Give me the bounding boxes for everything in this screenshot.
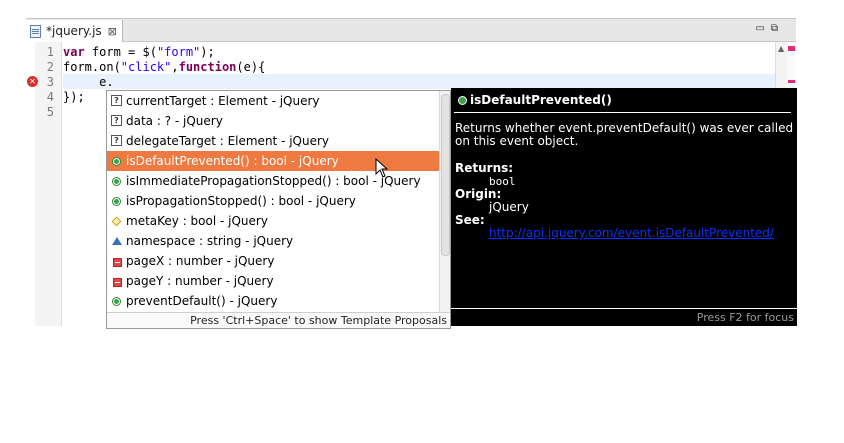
- proposal-label: currentTarget : Element - jQuery: [126, 94, 320, 108]
- code-keyword: var: [63, 45, 85, 59]
- proposal-item[interactable]: preventDefault() - jQuery: [107, 291, 439, 311]
- annotation-gutter: ✕: [26, 42, 38, 326]
- proposal-list: ? currentTarget : Element - jQuery? data :…: [107, 91, 439, 311]
- scrollbar-thumb[interactable]: [441, 94, 450, 256]
- info-body: Returns whether event.preventDefault() w…: [455, 122, 795, 240]
- minimize-icon[interactable]: ▭: [755, 23, 770, 34]
- scroll-up-arrow-icon[interactable]: ▲: [778, 44, 784, 53]
- line-number: 4: [46, 90, 54, 104]
- editor-tab-bar: *jquery.js ⊠ ▭⧉: [26, 18, 796, 42]
- returns-label: Returns:: [455, 161, 514, 175]
- editor-tab-jquery[interactable]: *jquery.js ⊠: [26, 20, 123, 42]
- public-method-icon: [458, 96, 467, 105]
- proposal-item[interactable]: metaKey : bool - jQuery: [107, 211, 439, 231]
- package-field-icon: [112, 237, 122, 245]
- code-text: ,: [171, 60, 179, 74]
- code-string: "click": [120, 60, 172, 74]
- private-field-icon: [113, 278, 122, 287]
- code-text: form.on(: [63, 60, 121, 74]
- proposal-status-hint: Press 'Ctrl+Space' to show Template Prop…: [107, 312, 450, 328]
- public-method-icon: [113, 178, 120, 185]
- line-number: 3: [46, 75, 54, 89]
- code-text: e.: [63, 75, 114, 89]
- public-method-icon: [113, 298, 120, 305]
- protected-field-icon: [111, 216, 122, 227]
- private-field-icon: [113, 258, 122, 267]
- code-line[interactable]: form.on("click",function(e){: [63, 60, 763, 75]
- code-text: form = $(: [84, 45, 157, 59]
- js-file-icon: [30, 24, 41, 38]
- help-icon: ?: [111, 115, 122, 126]
- proposal-info-popup: isDefaultPrevented() Returns whether eve…: [451, 88, 797, 326]
- proposal-item[interactable]: ? delegateTarget : Element - jQuery: [107, 131, 439, 151]
- public-method-icon: [113, 198, 120, 205]
- content-assist-popup: ? currentTarget : Element - jQuery? data :…: [106, 90, 451, 329]
- proposal-item[interactable]: pageY : number - jQuery: [107, 271, 439, 291]
- proposal-item[interactable]: isPropagationStopped() : bool - jQuery: [107, 191, 439, 211]
- close-tab-icon[interactable]: ⊠: [108, 25, 117, 38]
- line-number: 5: [46, 105, 54, 119]
- code-keyword: function: [178, 60, 237, 74]
- info-description: Returns whether event.preventDefault() w…: [455, 121, 794, 148]
- info-divider: [454, 112, 791, 113]
- proposal-item[interactable]: pageX : number - jQuery: [107, 251, 439, 271]
- tab-title: *jquery.js: [46, 24, 102, 38]
- help-icon: ?: [111, 95, 122, 106]
- proposal-scrollbar[interactable]: [439, 91, 450, 312]
- returns-value: bool: [489, 175, 516, 188]
- proposal-label: namespace : string - jQuery: [126, 234, 294, 248]
- proposal-label: delegateTarget : Element - jQuery: [126, 134, 330, 148]
- help-icon: ?: [111, 135, 122, 146]
- info-footer-hint: Press F2 for focus: [696, 311, 794, 324]
- public-method-icon: [113, 158, 120, 165]
- proposal-item[interactable]: ? data : ? - jQuery: [107, 111, 439, 131]
- proposal-label: data : ? - jQuery: [126, 114, 223, 128]
- overview-error-mark[interactable]: [788, 46, 795, 51]
- proposal-label: metaKey : bool - jQuery: [126, 214, 268, 228]
- info-footer-divider: [451, 308, 797, 309]
- info-title: isDefaultPrevented(): [454, 90, 612, 110]
- proposal-item[interactable]: namespace : string - jQuery: [107, 231, 439, 251]
- maximize-icon[interactable]: ⧉: [771, 23, 784, 34]
- proposal-label: pageY : number - jQuery: [126, 274, 274, 288]
- proposal-label: preventDefault() - jQuery: [126, 294, 278, 308]
- overview-error-mark[interactable]: [788, 80, 795, 83]
- window-buttons: ▭⧉: [755, 23, 784, 34]
- code-line[interactable]: var form = $("form");: [63, 45, 763, 60]
- code-text: });: [63, 90, 85, 104]
- line-number: 2: [46, 60, 54, 74]
- proposal-label: isPropagationStopped() : bool - jQuery: [126, 194, 356, 208]
- see-link[interactable]: http://api.jquery.com/event.isDefaultPre…: [489, 226, 774, 240]
- info-title-text: isDefaultPrevented(): [470, 93, 612, 107]
- proposal-label: pageX : number - jQuery: [126, 254, 275, 268]
- origin-value: jQuery: [489, 200, 529, 214]
- line-number: 1: [46, 45, 54, 59]
- error-marker-icon[interactable]: ✕: [27, 76, 38, 87]
- code-string: "form": [156, 45, 201, 59]
- proposal-label: isDefaultPrevented() : bool - jQuery: [126, 154, 339, 168]
- mouse-pointer-icon: [375, 157, 389, 178]
- proposal-item[interactable]: ? currentTarget : Element - jQuery: [107, 91, 439, 111]
- code-text: );: [200, 45, 215, 59]
- code-text: (e){: [236, 60, 266, 74]
